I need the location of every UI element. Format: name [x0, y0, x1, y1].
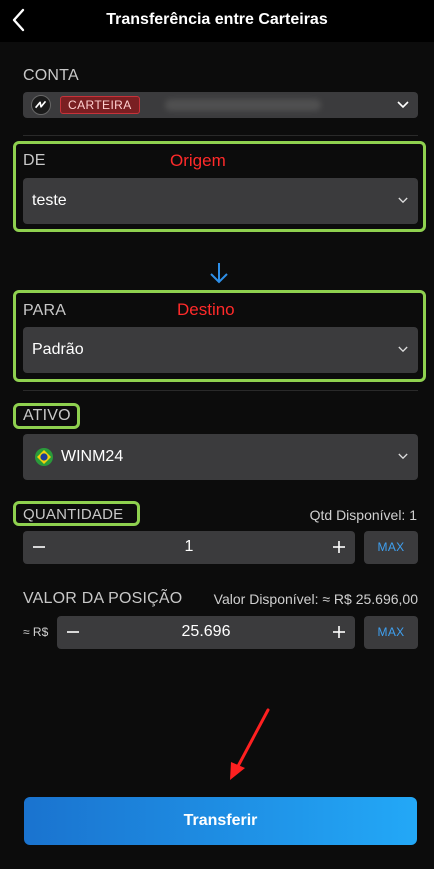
value-stepper[interactable]: 25.696 — [57, 616, 355, 649]
currency-prefix: ≈ R$ — [23, 625, 49, 639]
quantity-stepper[interactable]: 1 — [23, 531, 355, 564]
destination-wallet-value: Padrão — [32, 341, 84, 358]
ativo-label: ATIVO — [23, 407, 71, 424]
wallet-badge: CARTEIRA — [60, 96, 140, 114]
valor-label: VALOR DA POSIÇÃO — [23, 590, 183, 607]
quantity-value[interactable]: 1 — [23, 538, 355, 556]
divider — [23, 390, 418, 391]
plus-icon[interactable] — [327, 620, 351, 644]
chevron-down-icon — [397, 101, 409, 109]
value-available: Valor Disponível: ≈ R$ 25.696,00 — [213, 591, 418, 607]
destination-wallet-select[interactable]: Padrão — [23, 327, 418, 373]
top-bar: Transferência entre Carteiras — [0, 0, 434, 42]
brazil-flag-icon — [35, 448, 53, 466]
origin-wallet-select[interactable]: teste — [23, 178, 418, 224]
annotation-arrow-icon — [230, 708, 270, 780]
destination-annotation: Destino — [177, 300, 235, 319]
origin-annotation: Origem — [170, 151, 226, 170]
broker-logo-icon — [31, 95, 51, 115]
chevron-down-icon — [398, 453, 408, 460]
plus-icon[interactable] — [327, 535, 351, 559]
value-max-button[interactable]: MAX — [364, 616, 418, 649]
page-title: Transferência entre Carteiras — [106, 11, 328, 28]
asset-value: WINM24 — [61, 448, 124, 465]
asset-select[interactable]: WINM24 — [23, 434, 418, 480]
quantity-max-button[interactable]: MAX — [364, 531, 418, 564]
de-label: DE — [23, 152, 46, 169]
para-label: PARA — [23, 302, 67, 319]
origin-wallet-value: teste — [32, 192, 67, 209]
divider — [23, 135, 418, 136]
arrow-down-icon — [210, 263, 228, 284]
account-name-redacted — [165, 99, 321, 111]
chevron-down-icon — [398, 346, 408, 353]
position-value[interactable]: 25.696 — [57, 623, 355, 641]
transfer-button[interactable]: Transferir — [24, 797, 417, 845]
quantidade-label: QUANTIDADE — [23, 506, 124, 523]
conta-label: CONTA — [23, 67, 79, 84]
account-select[interactable]: CARTEIRA — [23, 92, 418, 118]
quantity-available: Qtd Disponível: 1 — [309, 507, 417, 523]
chevron-down-icon — [398, 197, 408, 204]
